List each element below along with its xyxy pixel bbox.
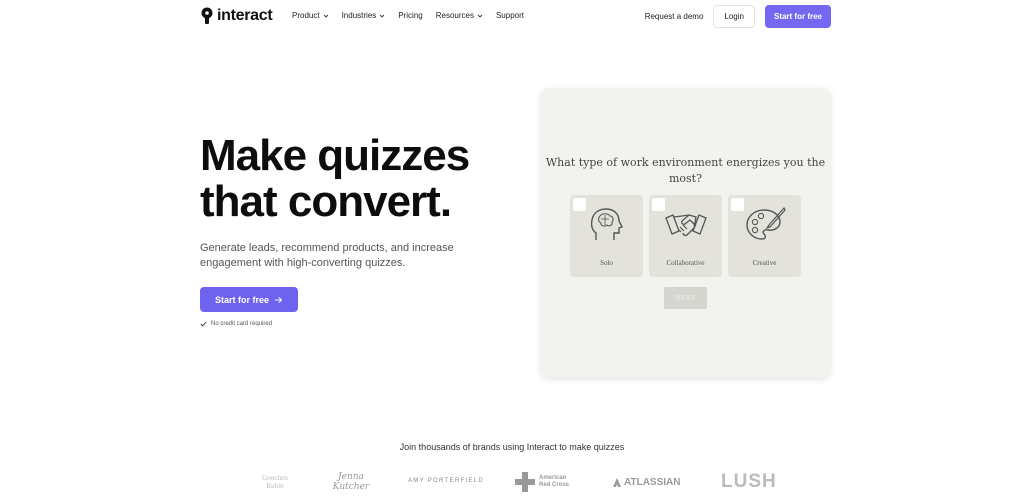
quiz-option-creative[interactable]: Creative	[728, 195, 801, 277]
option-checkbox[interactable]	[731, 198, 744, 211]
brand-logo-text: American Red Cross	[539, 475, 570, 488]
request-demo-link[interactable]: Request a demo	[645, 12, 704, 21]
no-credit-card-note: No credit card required	[200, 321, 272, 327]
handshake-icon	[665, 214, 707, 237]
brand-logo-lush: LUSH	[721, 471, 777, 493]
hero-title-line2: that convert.	[200, 177, 452, 226]
option-checkbox[interactable]	[652, 198, 665, 211]
brand-logo-text: ATLASSIAN	[624, 477, 681, 488]
menu-item-product[interactable]: Product	[292, 11, 329, 20]
brand-logo-jenna-kutcher: Jenna Kutcher	[332, 472, 370, 492]
menu-item-label: Industries	[341, 11, 377, 20]
brands-title: Join thousands of brands using Interact …	[399, 442, 625, 452]
option-label: Creative	[752, 259, 777, 267]
brand-logo-american-red-cross: American Red Cross	[515, 472, 575, 492]
brand-logo-atlassian: ATLASSIAN	[613, 477, 680, 488]
quiz-next-button[interactable]: NEXT	[664, 287, 707, 309]
brand-logo-amy-porterfield: AMY PORTERFIELD	[408, 478, 484, 484]
option-checkbox[interactable]	[573, 198, 586, 211]
menu-item-label: Support	[495, 11, 524, 20]
quiz-preview-card: What type of work environment energizes …	[541, 88, 830, 377]
menu-item-industries[interactable]: Industries	[342, 11, 386, 20]
quiz-option-solo[interactable]: Solo	[570, 195, 643, 277]
brand-logos: Gretchen Rubin Jenna Kutcher AMY PORTERF…	[256, 470, 776, 498]
top-nav: interact Product Industries Pricing Reso…	[0, 0, 1024, 33]
hero-title: Make quizzes that convert.	[200, 133, 520, 225]
atlassian-icon	[613, 478, 621, 487]
menu-item-label: Pricing	[398, 11, 423, 20]
check-icon	[200, 321, 207, 327]
menu-item-pricing[interactable]: Pricing	[398, 11, 422, 20]
quiz-question: What type of work environment energizes …	[545, 156, 826, 185]
login-button[interactable]: Login	[713, 5, 755, 28]
logo-text: interact	[217, 7, 273, 24]
start-free-nav-button[interactable]: Start for free	[764, 5, 831, 28]
menu-item-label: Resources	[435, 11, 474, 20]
brand-logo-text: Gretchen Rubin	[262, 474, 288, 490]
logo[interactable]: interact	[200, 7, 273, 25]
brand-logo-gretchen-rubin: Gretchen Rubin	[256, 474, 294, 490]
option-label: Collaborative	[666, 259, 705, 267]
quiz-option-collaborative[interactable]: Collaborative	[649, 195, 722, 277]
menu-item-label: Product	[292, 11, 320, 20]
chevron-down-icon	[379, 14, 385, 18]
interact-logo-icon	[201, 7, 213, 24]
quiz-options: Solo Collaborative Creative	[570, 195, 801, 277]
palette-icon	[746, 206, 786, 240]
main-menu: Product Industries Pricing Resources Sup…	[292, 11, 524, 20]
hero-start-free-button[interactable]: Start for free	[200, 287, 298, 312]
nav-actions: Request a demo Login Start for free	[645, 5, 831, 28]
menu-item-resources[interactable]: Resources	[436, 11, 483, 20]
option-label: Solo	[600, 259, 613, 267]
hero-title-line1: Make quizzes	[200, 131, 470, 180]
hero-subtitle: Generate leads, recommend products, and …	[200, 242, 454, 269]
brand-logo-text: LUSH	[721, 471, 777, 492]
brand-logo-text: AMY PORTERFIELD	[408, 478, 484, 484]
red-cross-icon	[515, 472, 535, 492]
chevron-down-icon	[323, 14, 328, 18]
brand-logo-text: Jenna Kutcher	[332, 472, 370, 492]
menu-item-support[interactable]: Support	[496, 11, 524, 20]
arrow-right-icon	[275, 296, 283, 303]
chevron-down-icon	[477, 14, 483, 18]
no-credit-card-text: No credit card required	[211, 321, 273, 327]
hero-cta-label: Start for free	[214, 294, 269, 305]
head-brain-icon	[590, 208, 623, 240]
